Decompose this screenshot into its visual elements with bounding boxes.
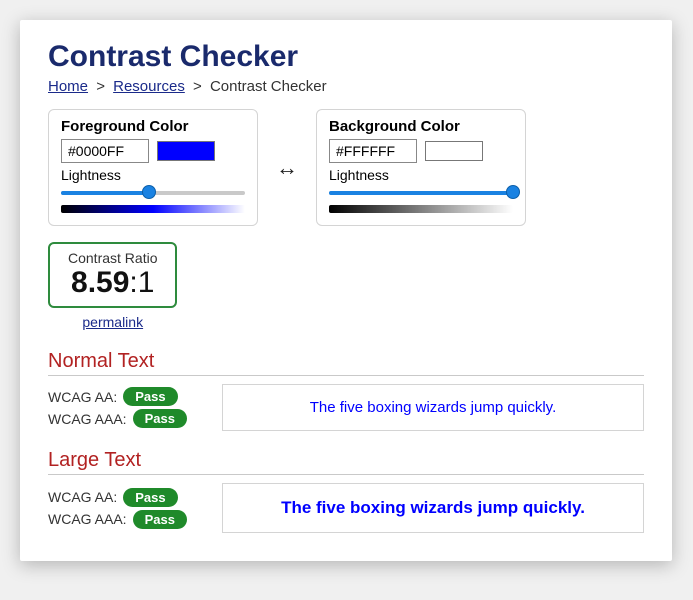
large-text-heading: Large Text xyxy=(48,449,644,475)
foreground-title: Foreground Color xyxy=(61,118,245,135)
breadcrumb-current: Contrast Checker xyxy=(210,78,327,95)
breadcrumb: Home > Resources > Contrast Checker xyxy=(48,78,644,95)
contrast-checker-card: Contrast Checker Home > Resources > Cont… xyxy=(20,20,672,561)
breadcrumb-resources[interactable]: Resources xyxy=(113,78,185,95)
breadcrumb-home[interactable]: Home xyxy=(48,78,88,95)
normal-text-heading: Normal Text xyxy=(48,350,644,376)
slider-thumb[interactable] xyxy=(142,185,156,199)
background-swatch[interactable] xyxy=(425,141,483,161)
background-lightness-label: Lightness xyxy=(329,167,513,183)
ratio-title: Contrast Ratio xyxy=(68,250,157,266)
ratio-value: 8.59:1 xyxy=(68,266,157,300)
ratio-number: 8.59 xyxy=(71,266,129,299)
foreground-panel: Foreground Color Lightness xyxy=(48,109,258,226)
normal-text-section: WCAG AA: Pass WCAG AAA: Pass The five bo… xyxy=(48,384,644,431)
normal-aaa-label: WCAG AAA: xyxy=(48,411,127,427)
foreground-hex-input[interactable] xyxy=(61,139,149,163)
large-results: WCAG AA: Pass WCAG AAA: Pass xyxy=(48,485,198,532)
breadcrumb-sep: > xyxy=(96,78,105,95)
colors-row: Foreground Color Lightness ↔ Background … xyxy=(48,109,644,226)
slider-filled xyxy=(329,191,513,195)
foreground-lightness-label: Lightness xyxy=(61,167,245,183)
swap-icon[interactable]: ↔ xyxy=(276,155,298,181)
background-title: Background Color xyxy=(329,118,513,135)
permalink-link[interactable]: permalink xyxy=(48,314,177,330)
ratio-box: Contrast Ratio 8.59:1 xyxy=(48,242,177,308)
background-lightness-slider[interactable] xyxy=(329,187,513,199)
large-aa-status: Pass xyxy=(123,488,177,507)
normal-aa-label: WCAG AA: xyxy=(48,389,117,405)
large-aaa-status: Pass xyxy=(133,510,187,529)
foreground-lightness-slider[interactable] xyxy=(61,187,245,199)
ratio-block: Contrast Ratio 8.59:1 permalink xyxy=(48,242,177,330)
slider-filled xyxy=(61,191,149,195)
normal-aaa-status: Pass xyxy=(133,409,187,428)
background-gradient xyxy=(329,205,513,213)
large-aa-label: WCAG AA: xyxy=(48,489,117,505)
large-text-section: WCAG AA: Pass WCAG AAA: Pass The five bo… xyxy=(48,483,644,533)
breadcrumb-sep: > xyxy=(193,78,202,95)
ratio-suffix: :1 xyxy=(129,266,154,299)
normal-aa-status: Pass xyxy=(123,387,177,406)
background-hex-input[interactable] xyxy=(329,139,417,163)
large-aaa-label: WCAG AAA: xyxy=(48,511,127,527)
large-sample: The five boxing wizards jump quickly. xyxy=(222,483,644,533)
foreground-gradient xyxy=(61,205,245,213)
page-title: Contrast Checker xyxy=(48,40,644,74)
slider-thumb[interactable] xyxy=(506,185,520,199)
normal-sample: The five boxing wizards jump quickly. xyxy=(222,384,644,431)
normal-results: WCAG AA: Pass WCAG AAA: Pass xyxy=(48,384,198,431)
background-panel: Background Color Lightness xyxy=(316,109,526,226)
foreground-swatch[interactable] xyxy=(157,141,215,161)
